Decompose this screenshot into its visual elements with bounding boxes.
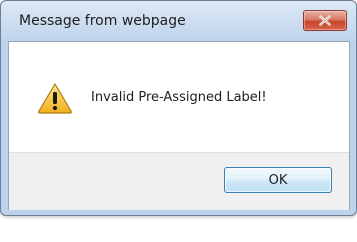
dialog-footer: OK [9, 152, 349, 210]
close-button[interactable] [303, 10, 347, 31]
close-icon [319, 15, 331, 26]
message-dialog: Message from webpage Invalid Pre-Assigne… [0, 0, 357, 216]
warning-icon [38, 83, 72, 114]
dialog-message: Invalid Pre-Assigned Label! [91, 90, 267, 105]
dialog-content: Invalid Pre-Assigned Label! OK [8, 41, 350, 210]
dialog-title: Message from webpage [19, 13, 186, 29]
ok-button[interactable]: OK [224, 167, 332, 193]
dialog-titlebar[interactable]: Message from webpage [1, 1, 356, 41]
